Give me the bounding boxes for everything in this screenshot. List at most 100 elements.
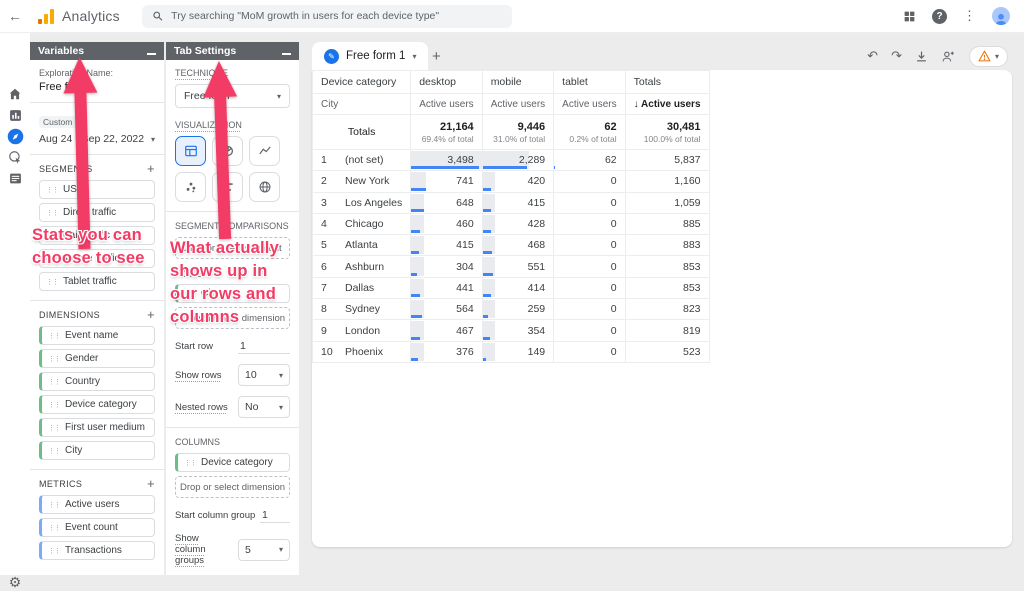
free-form-table-card: Device categorydesktopmobiletabletTotals…	[312, 70, 1012, 547]
table-row: 10Phoenix3761490523	[313, 341, 710, 362]
chevron-down-icon: ▾	[279, 403, 283, 412]
chip-city[interactable]: ⋮⋮ City	[39, 441, 155, 460]
metric-cell: 2,289	[482, 150, 553, 171]
help-icon[interactable]: ?	[932, 9, 947, 24]
metric-header[interactable]: Active users	[482, 94, 553, 115]
advertising-icon[interactable]	[6, 148, 24, 166]
apps-grid-icon[interactable]	[903, 10, 916, 23]
variables-title: Variables	[38, 45, 84, 57]
metric-cell: 420	[482, 171, 553, 192]
explore-icon-active[interactable]	[6, 127, 24, 145]
column-header-tablet[interactable]: tablet	[554, 71, 625, 94]
column-header-device-category: Device category	[313, 71, 411, 94]
search-bar[interactable]	[142, 5, 512, 28]
metric-header-sorted[interactable]: ↓ Active users	[625, 94, 709, 115]
library-icon[interactable]	[6, 169, 24, 187]
chip-event-name[interactable]: ⋮⋮Event name	[39, 326, 155, 345]
metric-cell: 460	[411, 213, 482, 234]
row-total-cell: 853	[625, 277, 709, 298]
add-tab-button[interactable]: +	[432, 48, 441, 65]
chip-device-category[interactable]: ⋮⋮Device category	[39, 395, 155, 414]
metric-header[interactable]: Active users	[554, 94, 625, 115]
chip-gender[interactable]: ⋮⋮ Gender	[39, 349, 155, 368]
dimensions-label: DIMENSIONS	[39, 310, 100, 320]
metric-cell: 415	[482, 192, 553, 213]
chip-country[interactable]: ⋮⋮Country	[39, 372, 155, 391]
minimize-icon[interactable]	[147, 53, 156, 55]
chip-label: Transactions	[65, 545, 122, 556]
chip-label: Event name	[65, 330, 118, 341]
share-user-icon[interactable]	[941, 50, 956, 63]
add-segment-icon[interactable]: +	[147, 164, 155, 174]
more-menu-icon[interactable]: ⋮	[963, 8, 976, 24]
columns-list: ⋮⋮ Device category	[175, 453, 290, 472]
metric-cell: 741	[411, 171, 482, 192]
totals-cell: 30,481100.0% of total	[625, 115, 709, 150]
drag-handle-icon: ⋮⋮	[184, 459, 196, 467]
metric-cell: 304	[411, 256, 482, 277]
viz-scatter-plot-icon[interactable]	[175, 172, 206, 202]
redo-icon[interactable]: ↷	[891, 48, 902, 64]
undo-icon[interactable]: ↶	[867, 48, 878, 64]
metric-header[interactable]: Active users	[411, 94, 482, 115]
drag-handle-icon: ⋮⋮	[46, 278, 58, 286]
chip-transactions[interactable]: ⋮⋮ Transactions	[39, 541, 155, 560]
dimensions-list: ⋮⋮Event name⋮⋮Gender⋮⋮Country⋮⋮Device ca…	[39, 326, 155, 460]
analytics-logo-icon[interactable]	[38, 9, 54, 24]
show-column-groups-select[interactable]: 5 ▾	[238, 539, 290, 561]
metric-cell: 0	[554, 192, 625, 213]
back-icon[interactable]: ←	[0, 8, 30, 24]
drag-handle-icon: ⋮⋮	[48, 501, 60, 509]
show-rows-select[interactable]: 10 ▾	[238, 364, 290, 386]
row-dimension-cell: 4Chicago	[313, 213, 411, 234]
dropzone-hint: Drop or select dimension	[180, 482, 285, 493]
chevron-down-icon: ▾	[995, 52, 999, 61]
chip-device-category[interactable]: ⋮⋮ Device category	[175, 453, 290, 472]
chip-event-count[interactable]: ⋮⋮Event count	[39, 518, 155, 537]
account-avatar[interactable]	[992, 7, 1010, 25]
annotation-text-variables: Stats you can choose to see	[32, 224, 145, 270]
chip-active-users[interactable]: ⋮⋮Active users	[39, 495, 155, 514]
viz-line-chart-icon[interactable]	[249, 136, 280, 166]
drag-handle-icon: ⋮⋮	[48, 378, 60, 386]
chip-tablet-traffic[interactable]: ⋮⋮Tablet traffic	[39, 272, 155, 291]
add-dimension-icon[interactable]: +	[147, 310, 155, 320]
nested-rows-select[interactable]: No ▾	[238, 396, 290, 418]
chip-label: Device category	[65, 399, 137, 410]
chip-label: City	[65, 445, 82, 456]
reports-icon[interactable]	[6, 106, 24, 124]
show-column-groups-value: 5	[245, 544, 251, 556]
column-header-totals[interactable]: Totals	[625, 71, 709, 94]
add-metric-icon[interactable]: +	[147, 479, 155, 489]
column-header-desktop[interactable]: desktop	[411, 71, 482, 94]
row-total-cell: 523	[625, 341, 709, 362]
column-header-mobile[interactable]: mobile	[482, 71, 553, 94]
row-dimension-cell: 10Phoenix	[313, 341, 411, 362]
nav-rail: ⚙	[0, 33, 30, 575]
home-icon[interactable]	[6, 85, 24, 103]
minimize-icon[interactable]	[282, 53, 291, 55]
chip-label: Gender	[65, 353, 98, 364]
totals-row: Totals21,16469.4% of total9,44631.0% of …	[313, 115, 710, 150]
drag-handle-icon: ⋮⋮	[48, 447, 60, 455]
search-input[interactable]	[171, 10, 502, 22]
viz-geo-map-icon[interactable]	[249, 172, 280, 202]
tab-free-form-1[interactable]: ✎ Free form 1 ▾	[312, 42, 428, 70]
drag-handle-icon: ⋮⋮	[48, 547, 60, 555]
row-dimension-cell: 3Los Angeles	[313, 192, 411, 213]
download-icon[interactable]	[915, 50, 928, 63]
start-row-input[interactable]: 1	[238, 339, 290, 354]
drag-handle-icon: ⋮⋮	[48, 355, 60, 363]
columns-dimension-dropzone[interactable]: Drop or select dimension	[175, 476, 290, 498]
annotation-arrow-variables	[60, 57, 103, 250]
chip-first-user-medium[interactable]: ⋮⋮First user medium	[39, 418, 155, 437]
metric-cell: 354	[482, 320, 553, 341]
start-column-group-input[interactable]: 1	[260, 508, 290, 523]
sampling-warning-button[interactable]: ▾	[969, 46, 1008, 67]
search-icon	[152, 10, 163, 22]
settings-gear-icon[interactable]: ⚙	[6, 573, 24, 591]
metric-cell: 0	[554, 320, 625, 341]
row-dimension-cell: 1(not set)	[313, 150, 411, 171]
chip-label: Device category	[201, 457, 273, 468]
viz-table-icon[interactable]	[175, 136, 206, 166]
